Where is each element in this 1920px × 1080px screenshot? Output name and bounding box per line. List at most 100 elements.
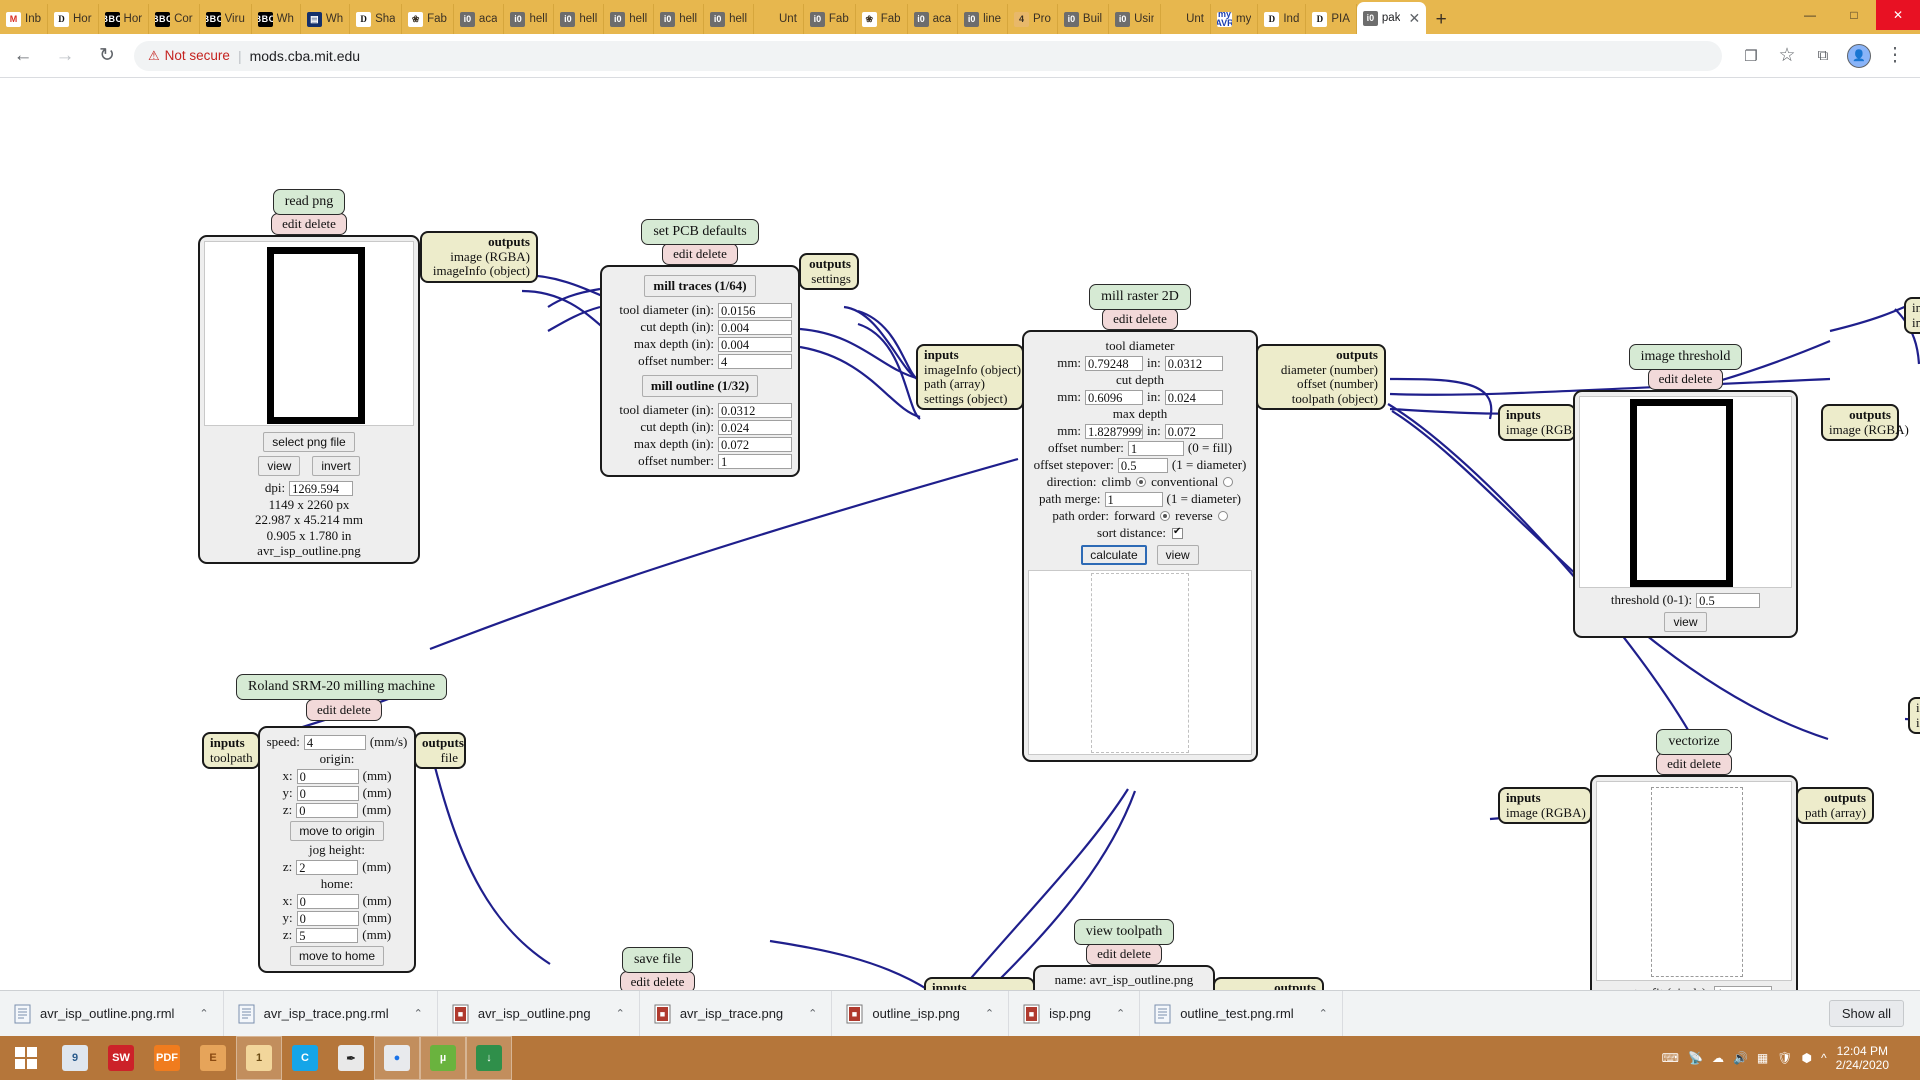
node-vectorize[interactable]: vectorize edit delete vector fit (pixels… <box>1590 729 1798 990</box>
browser-tab[interactable]: Unt <box>754 4 804 34</box>
window-minimize-button[interactable]: — <box>1788 0 1832 30</box>
address-bar[interactable]: ⚠ Not secure | mods.cba.mit.edu <box>134 41 1722 71</box>
node-title-read-png[interactable]: read png <box>273 189 346 215</box>
browser-tab[interactable]: BBCCor <box>149 4 200 34</box>
mill-raster-view-button[interactable]: view <box>1157 545 1199 565</box>
volume-icon[interactable]: 🔊 <box>1733 1051 1748 1065</box>
browser-tab[interactable]: ἱ0 pak ✕ <box>1357 2 1426 34</box>
mill-outline-field-input[interactable]: 0.072 <box>718 437 792 452</box>
browser-tab[interactable]: ❀ Fab <box>402 4 454 34</box>
port-outputs-image-threshold[interactable]: outputs image (RGBA) <box>1821 404 1899 441</box>
security-status[interactable]: ⚠ Not secure <box>148 48 230 64</box>
browser-tab[interactable]: ἱ0 hell <box>704 4 754 34</box>
select-png-file-button[interactable]: select png file <box>263 432 354 452</box>
shield-icon[interactable]: 🛡 <box>1777 1051 1792 1065</box>
edit-delete-view-toolpath[interactable]: edit delete <box>1086 943 1162 965</box>
mill-traces-field-input[interactable]: 4 <box>718 354 792 369</box>
tool-diameter-mm-input[interactable]: 0.79248 <box>1085 356 1143 371</box>
back-icon[interactable]: ← <box>6 39 40 73</box>
browser-tab[interactable]: BBCHor <box>99 4 150 34</box>
browser-tab[interactable]: ❀ Fab <box>856 4 908 34</box>
download-item[interactable]: ■ avr_isp_trace.png ⌃ <box>640 991 833 1037</box>
edit-delete-read-png[interactable]: edit delete <box>271 213 347 235</box>
mill-raster-preview[interactable] <box>1028 570 1252 755</box>
max-depth-mm-input[interactable]: 1.82879999 <box>1085 424 1143 439</box>
taskbar-app-utorrent[interactable]: µ <box>420 1036 466 1080</box>
browser-tab[interactable]: ἱ0 hell <box>654 4 704 34</box>
edit-delete-mill-raster-2d[interactable]: edit delete <box>1102 308 1178 330</box>
image-threshold-view-button[interactable]: view <box>1664 612 1706 632</box>
direction-conventional-radio[interactable] <box>1223 477 1233 487</box>
port-inputs-mill-raster-2d[interactable]: inputs imageInfo (object) path (array) s… <box>916 344 1024 410</box>
mods-canvas[interactable]: read png edit delete select png file vie… <box>0 79 1920 990</box>
node-title-vectorize[interactable]: vectorize <box>1656 729 1731 755</box>
chevron-up-icon[interactable]: ⌃ <box>199 1007 208 1020</box>
browser-tab[interactable]: Unt <box>1161 4 1211 34</box>
node-title-image-threshold[interactable]: image threshold <box>1629 344 1743 370</box>
port-outputs-roland-srm20[interactable]: outputs file <box>414 732 466 769</box>
chevron-up-icon[interactable]: ⌃ <box>414 1007 423 1020</box>
browser-tab[interactable]: BBCWh <box>252 4 301 34</box>
taskbar-app-eagle[interactable]: E <box>190 1036 236 1080</box>
home-axis-input[interactable]: 0 <box>297 911 359 926</box>
browser-tab[interactable]: ἱ0 aca <box>454 4 505 34</box>
mill-outline-field-input[interactable]: 0.024 <box>718 420 792 435</box>
port-outputs-mill-raster-2d[interactable]: outputs diameter (number) offset (number… <box>1256 344 1386 410</box>
origin-axis-input[interactable]: 0 <box>296 803 358 818</box>
edit-delete-vectorize[interactable]: edit delete <box>1656 753 1732 775</box>
port-inputs-roland-srm20[interactable]: inputs toolpath <box>202 732 260 769</box>
node-title-view-toolpath[interactable]: view toolpath <box>1074 919 1175 945</box>
port-inputs-image-threshold[interactable]: inputs image (RGBA) <box>1498 404 1576 441</box>
port-outputs-view-toolpath[interactable]: outputs toolpath (object) <box>1213 977 1324 990</box>
cloud-icon[interactable]: ☁ <box>1712 1051 1724 1065</box>
bluetooth-icon[interactable]: ⬢ <box>1801 1051 1811 1065</box>
bookmark-star-icon[interactable]: ☆ <box>1770 39 1804 73</box>
port-outputs-vectorize[interactable]: outputs path (array) <box>1796 787 1874 824</box>
extensions-icon[interactable]: ⧉ <box>1806 39 1840 73</box>
jog-axis-input[interactable]: 2 <box>296 860 358 875</box>
node-title-mill-raster-2d[interactable]: mill raster 2D <box>1089 284 1191 310</box>
download-item[interactable]: ■ outline_isp.png ⌃ <box>832 991 1009 1037</box>
mill-outline-field-input[interactable]: 1 <box>718 454 792 469</box>
browser-tab[interactable]: D Sha <box>350 4 402 34</box>
port-outputs-set-pcb-defaults[interactable]: outputs settings <box>799 253 859 290</box>
node-mill-raster-2d[interactable]: mill raster 2D edit delete tool diameter… <box>1022 284 1258 762</box>
mill-traces-button[interactable]: mill traces (1/64) <box>644 275 755 297</box>
browser-tab[interactable]: ἱ0 line <box>958 4 1008 34</box>
forward-icon[interactable]: → <box>48 39 82 73</box>
browser-tab[interactable]: myAVRmy <box>1211 4 1258 34</box>
path-order-reverse-radio[interactable] <box>1218 511 1228 521</box>
tool-diameter-in-input[interactable]: 0.0312 <box>1165 356 1223 371</box>
path-merge-input[interactable]: 1 <box>1105 492 1163 507</box>
browser-tab[interactable]: ἱ0 aca <box>908 4 959 34</box>
port-offscreen-top-right[interactable]: in im <box>1904 297 1920 334</box>
node-set-pcb-defaults[interactable]: set PCB defaults edit delete mill traces… <box>600 219 800 477</box>
port-offscreen-mid-right[interactable]: io is <box>1908 697 1920 734</box>
node-title-set-pcb-defaults[interactable]: set PCB defaults <box>641 219 758 245</box>
window-maximize-button[interactable]: □ <box>1832 0 1876 30</box>
battery-icon[interactable]: ▦ <box>1757 1051 1768 1065</box>
node-image-threshold[interactable]: image threshold edit delete threshold (0… <box>1573 344 1798 638</box>
chevron-up-icon[interactable]: ⌃ <box>616 1007 625 1020</box>
chrome-menu-icon[interactable]: ⋮ <box>1878 39 1912 73</box>
browser-tab[interactable]: ὆4 Pro <box>1008 4 1058 34</box>
taskbar-app-pdf-reader[interactable]: PDF <box>144 1036 190 1080</box>
download-item[interactable]: avr_isp_trace.png.rml ⌃ <box>224 991 438 1037</box>
browser-tab[interactable]: ἱ0 Fab <box>804 4 856 34</box>
edit-delete-set-pcb-defaults[interactable]: edit delete <box>662 243 738 265</box>
node-title-save-file[interactable]: save file <box>622 947 693 973</box>
chevron-up-icon[interactable]: ⌃ <box>1319 1007 1328 1020</box>
move-to-home-button[interactable]: move to home <box>290 946 384 966</box>
mill-outline-button[interactable]: mill outline (1/32) <box>642 375 758 397</box>
browser-tab[interactable]: D PIA <box>1306 4 1357 34</box>
taskbar-app-inkscape[interactable]: ✒ <box>328 1036 374 1080</box>
direction-climb-radio[interactable] <box>1136 477 1146 487</box>
edit-delete-image-threshold[interactable]: edit delete <box>1648 368 1724 390</box>
mill-traces-field-input[interactable]: 0.004 <box>718 320 792 335</box>
start-button[interactable] <box>0 1036 52 1080</box>
taskbar-app-cura[interactable]: C <box>282 1036 328 1080</box>
new-tab-button[interactable]: + <box>1426 6 1456 34</box>
browser-tab[interactable]: ἱ0 hell <box>604 4 654 34</box>
offset-stepover-input[interactable]: 0.5 <box>1118 458 1168 473</box>
download-item[interactable]: outline_test.png.rml ⌃ <box>1140 991 1343 1037</box>
